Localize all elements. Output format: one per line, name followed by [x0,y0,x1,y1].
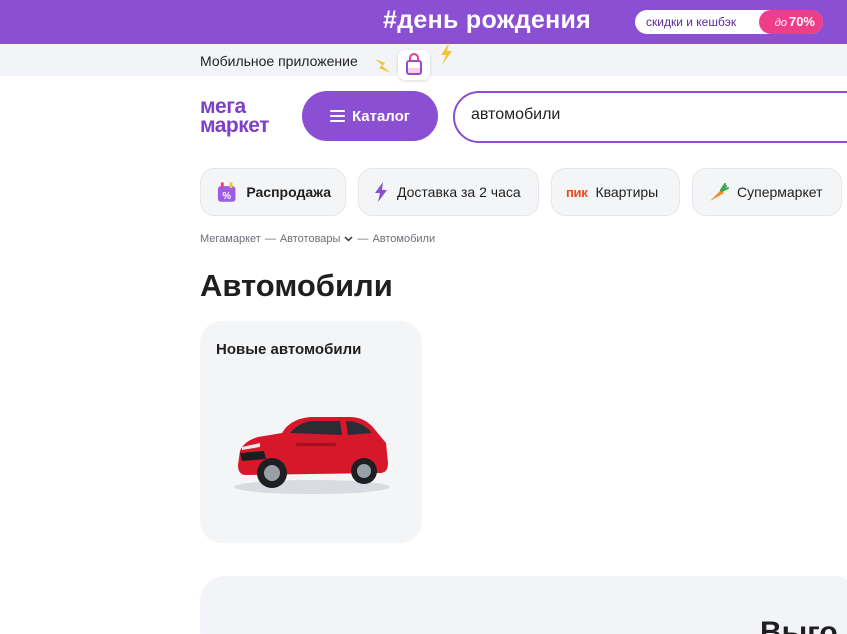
megamarket-logo[interactable]: мега маркет [200,96,269,137]
breadcrumb-separator: — [264,233,276,245]
chevron-down-icon[interactable] [344,236,353,242]
lightning-decor-icon [441,43,452,65]
promo-section-background [200,576,847,634]
menu-icon [329,110,345,122]
lightning-icon [375,182,387,202]
promo-discount-pill[interactable]: скидки и кешбэк до 70% [635,10,823,34]
mobile-app-strip[interactable]: Мобильное приложение [0,44,847,80]
promo-title: #день рождения [383,6,592,34]
pik-logo: пик [566,184,588,200]
catalog-button[interactable]: Каталог [302,91,438,141]
category-card-new-cars[interactable]: Новые автомобили [200,321,422,543]
carrot-icon [710,183,729,201]
promo-discount-value: 70% [788,14,815,29]
chip-delivery-label: Доставка за 2 часа [397,184,521,200]
chip-flats-label: Квартиры [595,184,659,200]
chip-sale[interactable]: % Распродажа [200,168,346,216]
breadcrumb-current: Автомобили [372,233,436,245]
chip-sale-label: Распродажа [246,184,331,200]
chip-supermarket-label: Супермаркет [737,184,823,200]
svg-text:%: % [222,191,231,202]
promo-discount-badge: до 70% [759,10,823,34]
logo-line2: маркет [200,114,269,137]
sale-calendar-icon: % [217,182,236,202]
catalog-label: Каталог [351,107,411,125]
chip-supermarket[interactable]: Супермаркет [692,168,842,216]
shopping-bag-icon [398,50,430,80]
mobile-app-link[interactable]: Мобильное приложение [200,53,358,69]
promo-pill-text: скидки и кешбэк [646,15,737,29]
promo-discount-prefix: до [774,17,787,29]
breadcrumb: Мегамаркет — Автотовары — Автомобили [200,233,435,245]
category-card-title: Новые автомобили [216,341,362,358]
search-box[interactable] [453,91,847,143]
breadcrumb-autogoods[interactable]: Автотовары [280,233,341,245]
breadcrumb-separator: — [357,233,369,245]
red-suv-image [234,417,390,494]
search-input[interactable] [471,106,847,124]
chip-flats[interactable]: пик Квартиры [551,168,680,216]
page-title: Автомобили [200,268,393,303]
breadcrumb-megamarket[interactable]: Мегамаркет [200,233,261,245]
lightning-decor-icon [375,59,391,73]
promo-banner[interactable]: #день рождения скидки и кешбэк до 70% [0,0,847,44]
chip-delivery[interactable]: Доставка за 2 часа [358,168,539,216]
section-heading-partial: Выго [760,616,838,634]
